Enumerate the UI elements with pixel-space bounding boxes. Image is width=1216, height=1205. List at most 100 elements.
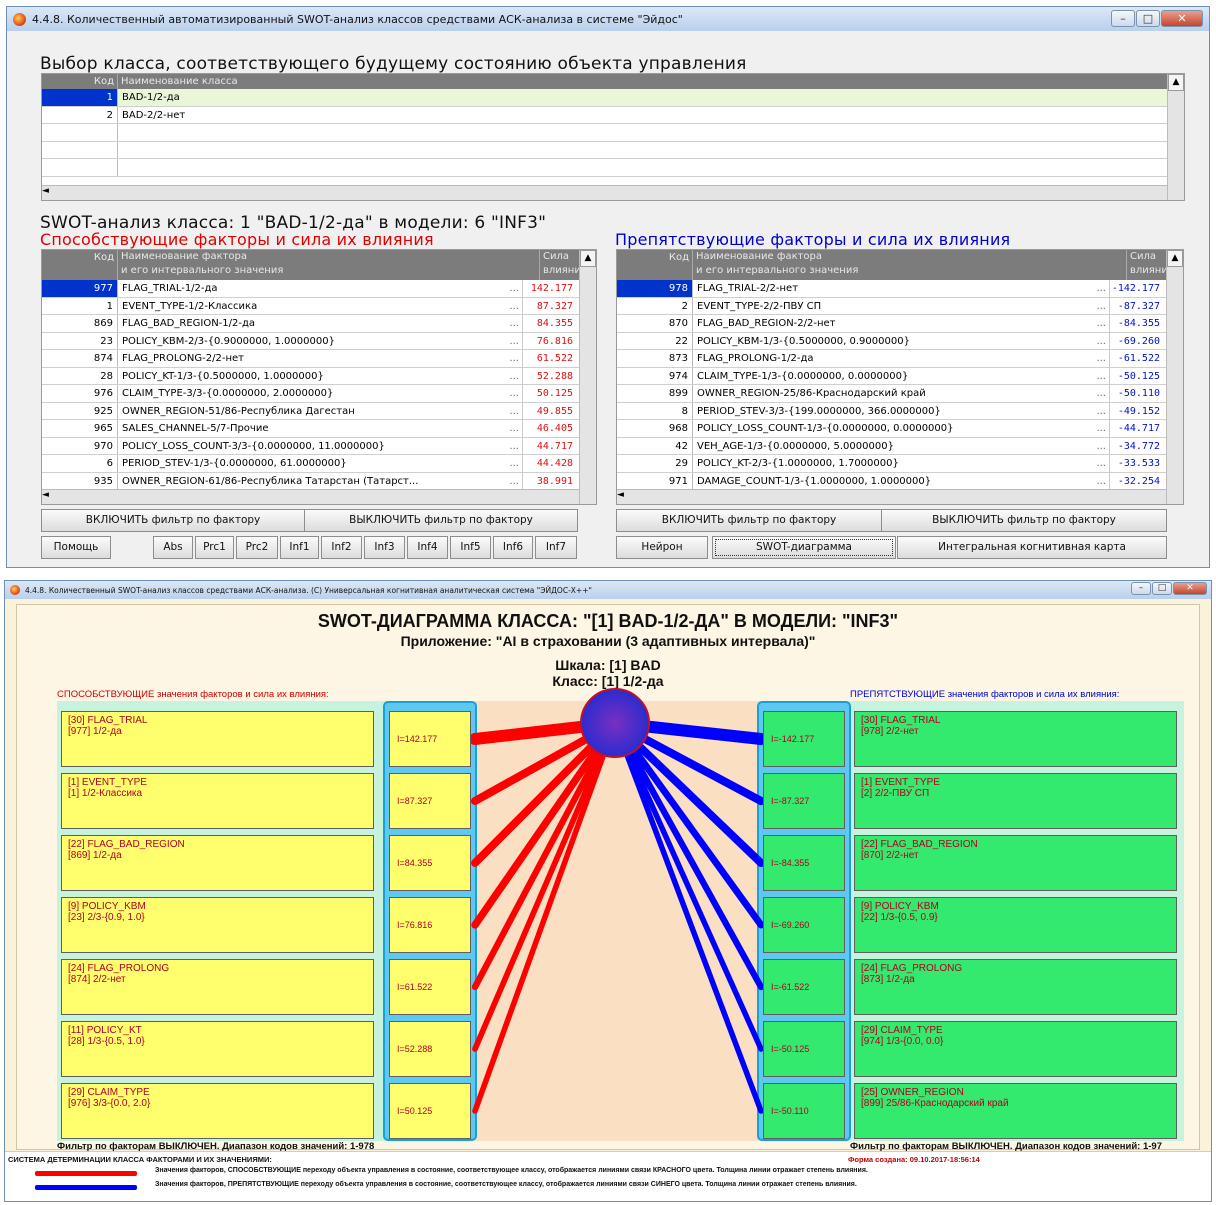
- factor-row[interactable]: 870 FLAG_BAD_REGION-2/2-нет... -84.355: [617, 315, 1166, 333]
- ellipsis-icon[interactable]: ...: [1096, 473, 1106, 490]
- factor-row[interactable]: 978 FLAG_TRIAL-2/2-нет... -142.177: [617, 280, 1166, 298]
- factor-row[interactable]: 6 PERIOD_STEV-1/3-{0.0000000, 61.0000000}…: [42, 455, 579, 473]
- class-row-empty: [42, 141, 1184, 159]
- factor-row[interactable]: 971 DAMAGE_COUNT-1/3-{1.0000000, 1.000000…: [617, 472, 1166, 490]
- form-created: Форма создана: 09.10.2017-18:56:14: [848, 1155, 980, 1164]
- model-button-inf2[interactable]: Inf2: [321, 536, 362, 559]
- factor-row[interactable]: 925 OWNER_REGION-51/86-Республика Дагеста…: [42, 402, 579, 420]
- promoting-grid[interactable]: Код Наименование фактора и его интервальн…: [41, 249, 597, 505]
- ellipsis-icon[interactable]: ...: [1096, 385, 1106, 402]
- hindering-intensity-box: I=-50.125: [763, 1021, 845, 1077]
- promoting-line: [472, 720, 618, 1114]
- hindering-filter-on-button[interactable]: ВКЛЮЧИТЬ фильтр по фактору: [616, 509, 882, 532]
- app-icon: [10, 585, 20, 595]
- factor-row[interactable]: 8 PERIOD_STEV-3/3-{199.0000000, 366.00000…: [617, 402, 1166, 420]
- legend: СИСТЕМА ДЕТЕРМИНАЦИИ КЛАССА ФАКТОРАМИ И …: [5, 1151, 1211, 1201]
- hindering-factor-box: [30] FLAG_TRIAL [978] 2/2-нет: [854, 711, 1177, 767]
- promoting-grid-vscroll[interactable]: ▲: [579, 250, 596, 504]
- promoting-filter-on-button[interactable]: ВКЛЮЧИТЬ фильтр по фактору: [41, 509, 305, 532]
- ellipsis-icon[interactable]: ...: [509, 385, 519, 402]
- promoting-filter-off-button[interactable]: ВЫКЛЮЧИТЬ фильтр по фактору: [304, 509, 578, 532]
- model-button-abs[interactable]: Abs: [153, 536, 193, 559]
- factor-row[interactable]: 873 FLAG_PROLONG-1/2-да... -61.522: [617, 350, 1166, 368]
- ellipsis-icon[interactable]: ...: [1096, 333, 1106, 350]
- ellipsis-icon[interactable]: ...: [1096, 438, 1106, 455]
- factor-row[interactable]: 874 FLAG_PROLONG-2/2-нет... 61.522: [42, 350, 579, 368]
- ellipsis-icon[interactable]: ...: [509, 333, 519, 350]
- class-row[interactable]: 1 BAD-1/2-да: [42, 89, 1184, 107]
- ellipsis-icon[interactable]: ...: [509, 438, 519, 455]
- factor-row[interactable]: 977 FLAG_TRIAL-1/2-да... 142.177: [42, 280, 579, 298]
- hindering-intensity-box: I=-69.260: [763, 897, 845, 953]
- model-button-inf7[interactable]: Inf7: [535, 536, 577, 559]
- model-button-inf1[interactable]: Inf1: [280, 536, 319, 559]
- factor-row[interactable]: 899 OWNER_REGION-25/86-Краснодарский край…: [617, 385, 1166, 403]
- ellipsis-icon[interactable]: ...: [509, 368, 519, 385]
- title-bar: 4.4.8. Количественный автоматизированный…: [7, 7, 1209, 31]
- hindering-factor-box: [9] POLICY_KBM [22] 1/3-{0.5, 0.9}: [854, 897, 1177, 953]
- cognitive-map-button[interactable]: Интегральная когнитивная карта: [897, 536, 1167, 559]
- ellipsis-icon[interactable]: ...: [1096, 350, 1106, 367]
- model-button-inf3[interactable]: Inf3: [364, 536, 405, 559]
- ellipsis-icon[interactable]: ...: [1096, 420, 1106, 437]
- ellipsis-icon[interactable]: ...: [509, 280, 519, 297]
- factor-row[interactable]: 1 EVENT_TYPE-1/2-Классика... 87.327: [42, 297, 579, 315]
- ellipsis-icon[interactable]: ...: [1096, 298, 1106, 315]
- help-button[interactable]: Помощь: [41, 536, 111, 559]
- model-button-prc2[interactable]: Prc2: [236, 536, 278, 559]
- factor-row[interactable]: 42 VEH_AGE-1/3-{0.0000000, 5.0000000}... -…: [617, 437, 1166, 455]
- legend-blue-text: Значения факторов, ПРЕПЯТСТВУЮЩИЕ перехо…: [155, 1181, 857, 1188]
- neuron-button[interactable]: Нейрон: [616, 536, 708, 559]
- ellipsis-icon[interactable]: ...: [1096, 455, 1106, 472]
- hindering-factor-box: [25] OWNER_REGION [899] 25/86-Краснодарск…: [854, 1083, 1177, 1139]
- hindering-factor-box: [29] CLAIM_TYPE [974] 1/3-{0.0, 0.0}: [854, 1021, 1177, 1077]
- factor-row[interactable]: 935 OWNER_REGION-61/86-Республика Татарст…: [42, 472, 579, 490]
- class-node: [580, 688, 650, 758]
- model-button-inf5[interactable]: Inf5: [450, 536, 491, 559]
- promoting-factor-box: [29] CLAIM_TYPE [976] 3/3-{0.0, 2.0}: [61, 1083, 374, 1139]
- factor-row[interactable]: 23 POLICY_KBM-2/3-{0.9000000, 1.0000000}.…: [42, 332, 579, 350]
- promoting-grid-hscroll[interactable]: ◄: [42, 489, 579, 504]
- ellipsis-icon[interactable]: ...: [509, 455, 519, 472]
- ellipsis-icon[interactable]: ...: [1096, 315, 1106, 332]
- factor-row[interactable]: 28 POLICY_KT-1/3-{0.5000000, 1.0000000}..…: [42, 367, 579, 385]
- hindering-intensity-box: I=-84.355: [763, 835, 845, 891]
- factor-row[interactable]: 29 POLICY_KT-2/3-{1.0000000, 1.7000000}..…: [617, 455, 1166, 473]
- swot-diagram-button[interactable]: SWOT-диаграмма: [712, 536, 896, 559]
- maximize-icon[interactable]: □: [1136, 10, 1160, 27]
- hindering-grid-hscroll[interactable]: ◄: [617, 489, 1166, 504]
- factor-row[interactable]: 965 SALES_CHANNEL-5/7-Прочие... 46.405: [42, 420, 579, 438]
- hindering-grid[interactable]: Код Наименование фактора и его интервальн…: [616, 249, 1184, 505]
- factor-row[interactable]: 2 EVENT_TYPE-2/2-ПВУ СП... -87.327: [617, 297, 1166, 315]
- factor-row[interactable]: 976 CLAIM_TYPE-3/3-{0.0000000, 2.0000000}…: [42, 385, 579, 403]
- class-row[interactable]: 2 BAD-2/2-нет: [42, 106, 1184, 124]
- ellipsis-icon[interactable]: ...: [1096, 280, 1106, 297]
- factor-row[interactable]: 22 POLICY_KBM-1/3-{0.5000000, 0.9000000}.…: [617, 332, 1166, 350]
- close-icon[interactable]: ✕: [1161, 10, 1203, 27]
- minimize-icon[interactable]: –: [1111, 10, 1135, 27]
- hindering-grid-vscroll[interactable]: ▲: [1166, 250, 1183, 504]
- class-grid-vscroll[interactable]: ▲: [1167, 74, 1184, 200]
- ellipsis-icon[interactable]: ...: [509, 420, 519, 437]
- factor-row[interactable]: 869 FLAG_BAD_REGION-1/2-да... 84.355: [42, 315, 579, 333]
- factor-row[interactable]: 968 POLICY_LOSS_COUNT-1/3-{0.0000000, 0.0…: [617, 420, 1166, 438]
- ellipsis-icon[interactable]: ...: [1096, 403, 1106, 420]
- factor-row[interactable]: 970 POLICY_LOSS_COUNT-3/3-{0.0000000, 11.…: [42, 437, 579, 455]
- ellipsis-icon[interactable]: ...: [1096, 368, 1106, 385]
- hindering-filter-off-button[interactable]: ВЫКЛЮЧИТЬ фильтр по фактору: [881, 509, 1167, 532]
- model-button-inf6[interactable]: Inf6: [493, 536, 533, 559]
- maximize-icon[interactable]: □: [1152, 582, 1172, 595]
- factor-row[interactable]: 974 CLAIM_TYPE-1/3-{0.0000000, 0.0000000}…: [617, 367, 1166, 385]
- ellipsis-icon[interactable]: ...: [509, 315, 519, 332]
- ellipsis-icon[interactable]: ...: [509, 473, 519, 490]
- ellipsis-icon[interactable]: ...: [509, 403, 519, 420]
- class-grid[interactable]: Код Наименование класса 1 BAD-1/2-да 2 B…: [41, 73, 1185, 201]
- minimize-icon[interactable]: –: [1131, 582, 1151, 595]
- model-button-prc1[interactable]: Prc1: [195, 536, 234, 559]
- class-grid-hscroll[interactable]: ◄: [42, 185, 1167, 200]
- ellipsis-icon[interactable]: ...: [509, 298, 519, 315]
- close-icon[interactable]: ✕: [1173, 582, 1207, 595]
- model-button-inf4[interactable]: Inf4: [407, 536, 448, 559]
- class-row-empty: [42, 159, 1184, 177]
- ellipsis-icon[interactable]: ...: [509, 350, 519, 367]
